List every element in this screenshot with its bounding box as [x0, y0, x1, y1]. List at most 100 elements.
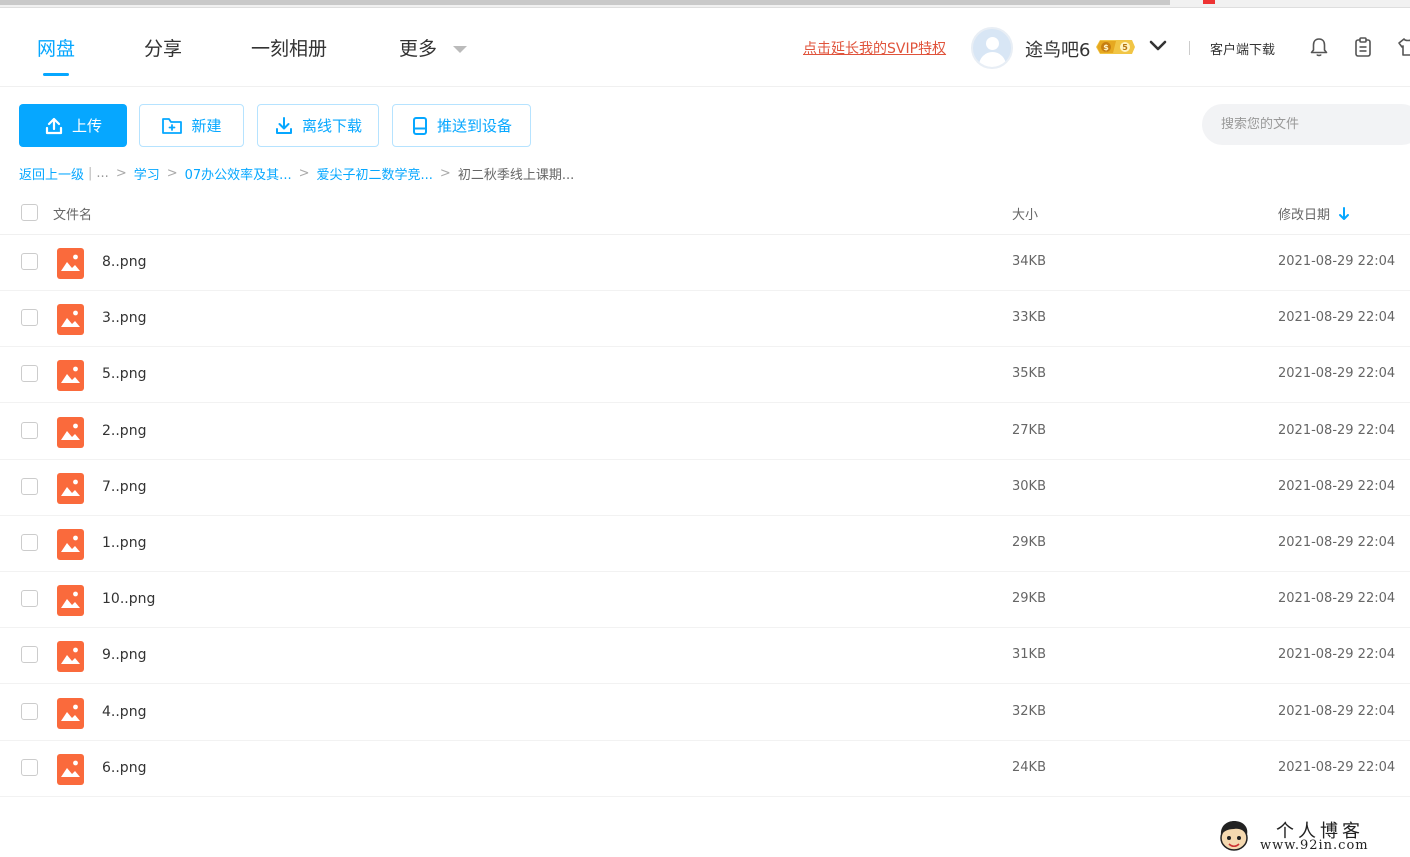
tab-share[interactable]: 分享	[144, 34, 182, 61]
row-checkbox[interactable]	[21, 759, 38, 776]
file-date: 2021-08-29 22:04	[1278, 366, 1396, 381]
file-date: 2021-08-29 22:04	[1278, 760, 1396, 775]
svip-badge-icon: $ 5	[1096, 40, 1135, 54]
file-name[interactable]: 9..png	[102, 647, 146, 663]
table-row[interactable]: 7..png 30KB 2021-08-29 22:04	[0, 460, 1410, 516]
browser-top-strip	[0, 0, 1410, 8]
file-date: 2021-08-29 22:04	[1278, 535, 1396, 550]
clipboard-icon[interactable]	[1352, 36, 1374, 58]
tab-album-label: 一刻相册	[251, 38, 328, 60]
avatar-head	[986, 37, 999, 50]
file-name[interactable]: 1..png	[102, 535, 146, 551]
tab-share-label: 分享	[144, 38, 183, 60]
browser-indicator	[1203, 0, 1215, 4]
breadcrumb-back[interactable]: 返回上一级	[19, 164, 84, 183]
offline-download-button[interactable]: 离线下载	[257, 104, 379, 147]
row-checkbox[interactable]	[21, 590, 38, 607]
image-file-icon	[57, 417, 84, 448]
file-name[interactable]: 4..png	[102, 704, 146, 720]
tab-netdisk[interactable]: 网盘	[37, 34, 76, 76]
tab-more-label: 更多	[399, 38, 438, 60]
watermark: 个人博客 www.92in.com	[1216, 815, 1410, 857]
table-row[interactable]: 9..png 31KB 2021-08-29 22:04	[0, 628, 1410, 684]
new-folder-icon	[162, 117, 183, 134]
new-button[interactable]: 新建	[139, 104, 244, 147]
breadcrumb-current: 初二秋季线上课期...	[457, 167, 575, 183]
header-date[interactable]: 修改日期	[1278, 204, 1350, 223]
file-name[interactable]: 8..png	[102, 254, 146, 270]
tab-more[interactable]: 更多	[399, 34, 468, 61]
table-row[interactable]: 1..png 29KB 2021-08-29 22:04	[0, 516, 1410, 572]
file-size: 31KB	[1012, 647, 1046, 662]
image-file-icon	[57, 529, 84, 560]
breadcrumb-divider: |	[88, 165, 93, 181]
file-date: 2021-08-29 22:04	[1278, 479, 1396, 494]
image-file-icon	[57, 473, 84, 504]
header-size[interactable]: 大小	[1012, 204, 1038, 223]
breadcrumb-separator-icon: >	[439, 165, 451, 181]
search-input[interactable]	[1221, 117, 1401, 132]
top-nav: 网盘 分享 一刻相册 更多 点击延长我的SVIP特权 途鸟吧6 $ 5 客户端下…	[0, 8, 1410, 87]
push-to-device-label: 推送到设备	[436, 117, 512, 135]
file-date: 2021-08-29 22:04	[1278, 423, 1396, 438]
file-name[interactable]: 5..png	[102, 366, 146, 382]
tab-netdisk-label: 网盘	[37, 38, 76, 60]
row-checkbox[interactable]	[21, 309, 38, 326]
file-date: 2021-08-29 22:04	[1278, 591, 1396, 606]
horizontal-scrollbar[interactable]	[0, 0, 1170, 5]
row-checkbox[interactable]	[21, 365, 38, 382]
row-checkbox[interactable]	[21, 703, 38, 720]
breadcrumb: 返回上一级 | ... > 学习 > 07办公效率及其... > 爱尖子初二数学…	[19, 163, 574, 183]
table-row[interactable]: 10..png 29KB 2021-08-29 22:04	[0, 572, 1410, 628]
push-to-device-button[interactable]: 推送到设备	[392, 104, 531, 147]
breadcrumb-separator-icon: >	[115, 165, 127, 181]
row-checkbox[interactable]	[21, 646, 38, 663]
file-name[interactable]: 2..png	[102, 423, 146, 439]
file-size: 34KB	[1012, 254, 1046, 269]
file-date: 2021-08-29 22:04	[1278, 704, 1396, 719]
file-name[interactable]: 7..png	[102, 479, 146, 495]
table-row[interactable]: 6..png 24KB 2021-08-29 22:04	[0, 741, 1410, 797]
table-row[interactable]: 5..png 35KB 2021-08-29 22:04	[0, 347, 1410, 403]
shirt-icon[interactable]	[1397, 36, 1410, 58]
offline-download-label: 离线下载	[301, 117, 362, 135]
file-size: 29KB	[1012, 535, 1046, 550]
breadcrumb-item[interactable]: 学习	[134, 164, 160, 183]
svg-text:5: 5	[1122, 43, 1128, 52]
breadcrumb-ellipsis[interactable]: ...	[96, 166, 108, 181]
upload-icon	[45, 117, 63, 134]
download-icon	[275, 116, 292, 134]
row-checkbox[interactable]	[21, 422, 38, 439]
table-row[interactable]: 8..png 34KB 2021-08-29 22:04	[0, 235, 1410, 291]
file-date: 2021-08-29 22:04	[1278, 310, 1396, 325]
breadcrumb-item[interactable]: 07办公效率及其...	[185, 164, 292, 183]
file-size: 30KB	[1012, 479, 1046, 494]
svip-renew-link[interactable]: 点击延长我的SVIP特权	[803, 38, 946, 58]
tab-album[interactable]: 一刻相册	[251, 34, 327, 61]
row-checkbox[interactable]	[21, 478, 38, 495]
row-checkbox[interactable]	[21, 253, 38, 270]
upload-label: 上传	[71, 117, 102, 135]
file-name[interactable]: 10..png	[102, 591, 155, 607]
file-size: 27KB	[1012, 423, 1046, 438]
table-row[interactable]: 4..png 32KB 2021-08-29 22:04	[0, 685, 1410, 741]
breadcrumb-item[interactable]: 爱尖子初二数学竞...	[317, 164, 433, 183]
client-download-link[interactable]: 客户端下载	[1210, 39, 1275, 58]
bell-icon[interactable]	[1308, 36, 1330, 58]
file-name[interactable]: 3..png	[102, 310, 146, 326]
cartoon-face-icon	[1220, 821, 1248, 851]
upload-button[interactable]: 上传	[19, 104, 127, 147]
username[interactable]: 途鸟吧6	[1025, 36, 1090, 62]
row-checkbox[interactable]	[21, 534, 38, 551]
table-row[interactable]: 3..png 33KB 2021-08-29 22:04	[0, 291, 1410, 347]
avatar[interactable]	[971, 27, 1013, 69]
chevron-down-icon[interactable]	[1148, 38, 1168, 54]
table-row[interactable]: 2..png 27KB 2021-08-29 22:04	[0, 404, 1410, 460]
breadcrumb-separator-icon: >	[166, 165, 178, 181]
header-filename[interactable]: 文件名	[53, 204, 92, 223]
image-file-icon	[57, 304, 84, 335]
search-box[interactable]	[1202, 104, 1410, 145]
file-name[interactable]: 6..png	[102, 760, 146, 776]
select-all-checkbox[interactable]	[21, 204, 38, 221]
table-header: 文件名 大小 修改日期	[0, 190, 1410, 235]
